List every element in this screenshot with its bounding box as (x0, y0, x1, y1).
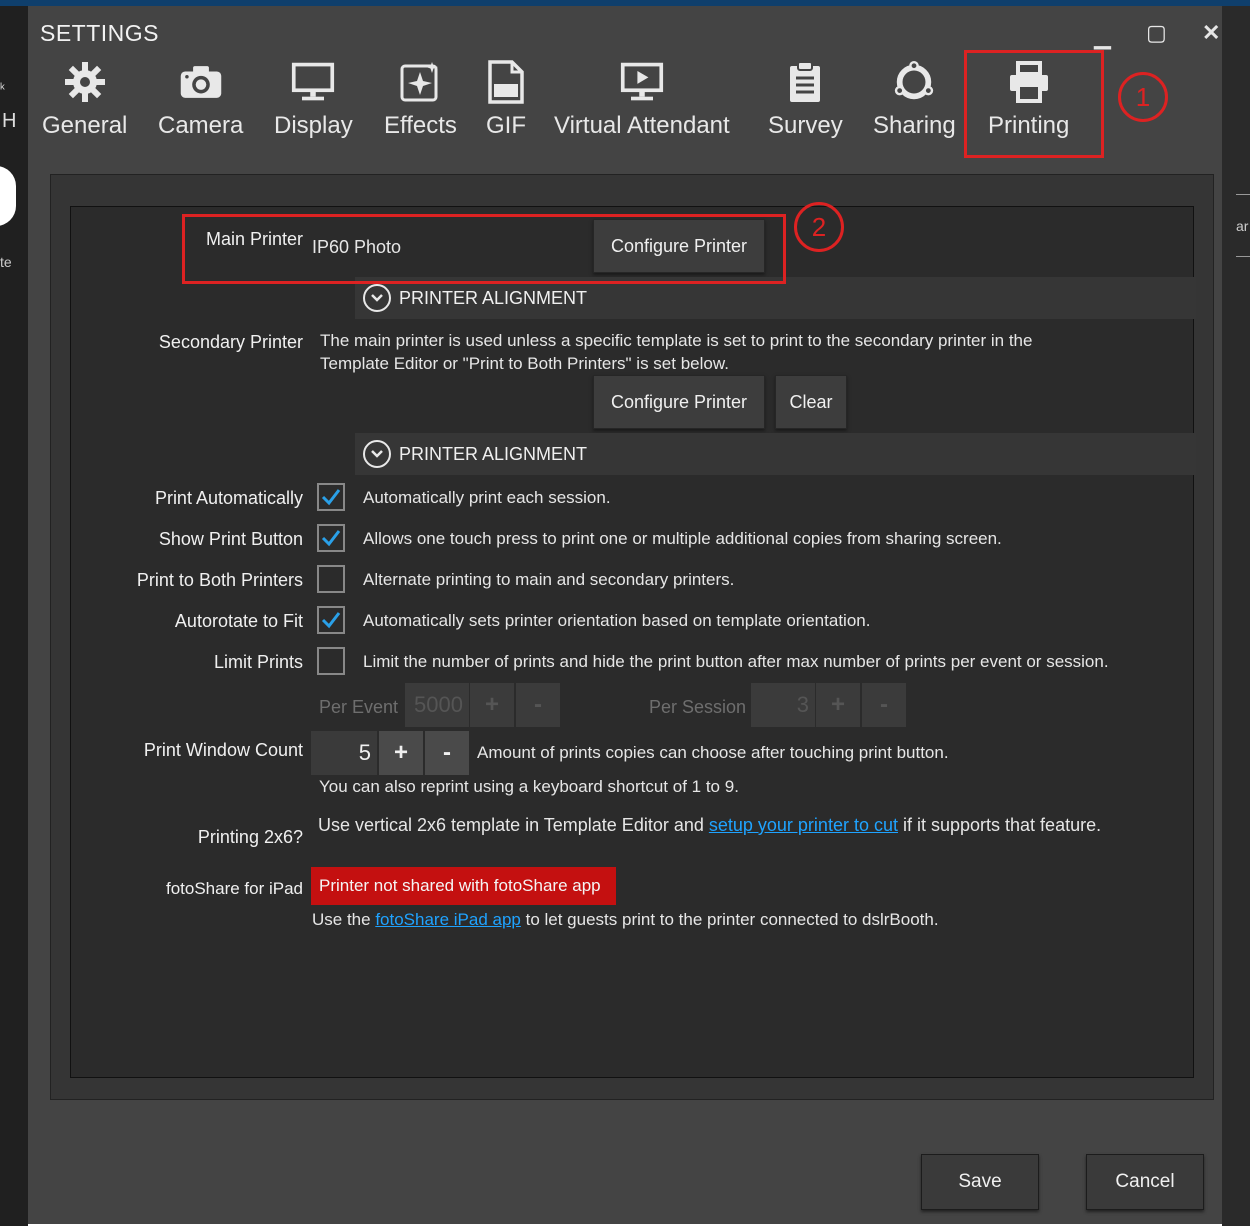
show-print-button-description: Allows one touch press to print one or m… (363, 529, 1002, 548)
printing-panel: Main Printer IP60 Photo Configure Printe… (70, 206, 1196, 1078)
annotation-badge-1: 1 (1118, 72, 1168, 122)
tab-survey[interactable]: Survey (768, 60, 843, 150)
printing-2x6-description: Use vertical 2x6 template in Template Ed… (318, 813, 1108, 838)
monitor-icon (291, 60, 335, 104)
play-monitor-icon (620, 60, 664, 104)
background-shape (0, 166, 16, 226)
tab-label: General (42, 112, 128, 139)
print-window-count-input[interactable]: 5 (311, 731, 377, 775)
print-both-printers-checkbox[interactable] (317, 565, 345, 593)
tab-label: Virtual Attendant (554, 112, 730, 139)
reprint-shortcut-note: You can also reprint using a keyboard sh… (319, 777, 739, 796)
clipboard-icon (783, 60, 827, 104)
show-print-button-label: Show Print Button (158, 529, 303, 549)
secondary-printer-label: Secondary Printer (158, 332, 303, 352)
background-text: ar (1236, 218, 1249, 234)
per-session-decrement-button[interactable]: - (862, 683, 906, 727)
tab-effects[interactable]: Effects (384, 60, 457, 150)
minimize-button[interactable]: ▁ (1094, 24, 1111, 50)
tab-label: Display (274, 112, 353, 139)
per-event-increment-button[interactable]: + (470, 683, 514, 727)
tab-sharing[interactable]: Sharing (873, 60, 956, 150)
tab-label: GIF (486, 112, 526, 139)
background-divider (1236, 256, 1250, 257)
printing-2x6-text: if it supports that feature. (897, 815, 1102, 835)
printing-2x6-label: Printing 2x6? (197, 827, 303, 847)
background-app-right: ar (1222, 6, 1250, 1226)
background-divider (1236, 194, 1250, 195)
camera-icon (179, 60, 223, 104)
save-button[interactable]: Save (921, 1154, 1039, 1210)
fotoshare-ipad-app-link[interactable]: fotoShare iPad app (375, 910, 521, 929)
tab-gif[interactable]: GIF (484, 60, 528, 150)
settings-window: SETTINGS ▁ ▢ ✕ General Camera Display Ef… (28, 6, 1222, 1224)
share-icon (892, 60, 936, 104)
tab-label: Survey (768, 112, 843, 139)
print-window-count-label: Print Window Count (143, 740, 303, 760)
autorotate-description: Automatically sets printer orientation b… (363, 611, 871, 630)
checkmark-icon (321, 530, 341, 547)
close-button[interactable]: ✕ (1202, 20, 1220, 46)
background-app-left: ᵏ H te (0, 6, 28, 1226)
print-both-printers-label: Print to Both Printers (136, 570, 303, 590)
secondary-configure-printer-button[interactable]: Configure Printer (593, 375, 765, 429)
secondary-printer-alignment-expander[interactable]: PRINTER ALIGNMENT (355, 433, 1196, 475)
secondary-printer-description: The main printer is used unless a specif… (320, 331, 1033, 373)
autorotate-checkbox[interactable] (317, 606, 345, 634)
fotoshare-status-badge: Printer not shared with fotoShare app (311, 867, 616, 905)
per-session-label: Per Session (649, 697, 747, 717)
autorotate-label: Autorotate to Fit (174, 611, 303, 631)
chevron-down-icon (363, 440, 391, 468)
gif-file-icon (484, 60, 528, 104)
print-automatically-checkbox[interactable] (317, 483, 345, 511)
show-print-button-checkbox[interactable] (317, 524, 345, 552)
print-window-count-increment-button[interactable]: + (379, 731, 423, 775)
per-event-input[interactable]: 5000 (405, 683, 469, 727)
setup-printer-cut-link[interactable]: setup your printer to cut (709, 815, 898, 835)
tab-general[interactable]: General (42, 60, 127, 150)
alignment-label: PRINTER ALIGNMENT (399, 287, 588, 308)
printing-tab-highlight (964, 50, 1104, 158)
tab-camera[interactable]: Camera (158, 60, 243, 150)
fotoshare-text: to let guests print to the printer conne… (520, 910, 939, 929)
tab-label: Camera (158, 112, 244, 139)
print-window-count-decrement-button[interactable]: - (425, 731, 469, 775)
print-window-count-description: Amount of prints copies can choose after… (477, 743, 949, 762)
tab-display[interactable]: Display (274, 60, 353, 150)
main-printer-highlight (182, 214, 786, 284)
fotoshare-label: fotoShare for iPad (165, 879, 303, 898)
print-both-printers-description: Alternate printing to main and secondary… (363, 570, 735, 589)
print-automatically-label: Print Automatically (154, 488, 303, 508)
tab-label: Sharing (873, 112, 956, 139)
print-automatically-description: Automatically print each session. (363, 488, 611, 507)
per-session-input[interactable]: 3 (751, 683, 815, 727)
limit-prints-label: Limit Prints (213, 652, 303, 672)
per-event-label: Per Event (319, 697, 399, 717)
maximize-button[interactable]: ▢ (1146, 20, 1167, 46)
alignment-label: PRINTER ALIGNMENT (399, 443, 588, 464)
fotoshare-description: Use the fotoShare iPad app to let guests… (312, 910, 939, 930)
background-text: H (2, 110, 17, 132)
chevron-down-icon (363, 284, 391, 312)
per-event-decrement-button[interactable]: - (516, 683, 560, 727)
limit-prints-checkbox[interactable] (317, 647, 345, 675)
gear-icon (63, 60, 107, 104)
window-title: SETTINGS (40, 20, 160, 46)
background-text: te (0, 254, 12, 270)
checkmark-icon (321, 489, 341, 506)
checkmark-icon (321, 612, 341, 629)
tab-virtual-attendant[interactable]: Virtual Attendant (554, 60, 730, 150)
printing-2x6-text: Use vertical 2x6 template in Template Ed… (318, 815, 709, 835)
fotoshare-text: Use the (312, 910, 376, 929)
cancel-button[interactable]: Cancel (1086, 1154, 1204, 1210)
annotation-badge-2: 2 (794, 202, 844, 252)
sparkle-icon (398, 60, 442, 104)
tab-label: Effects (384, 112, 457, 139)
per-session-increment-button[interactable]: + (816, 683, 860, 727)
background-text: ᵏ (0, 80, 5, 96)
limit-prints-description: Limit the number of prints and hide the … (363, 652, 1109, 671)
clear-secondary-printer-button[interactable]: Clear (775, 375, 847, 429)
